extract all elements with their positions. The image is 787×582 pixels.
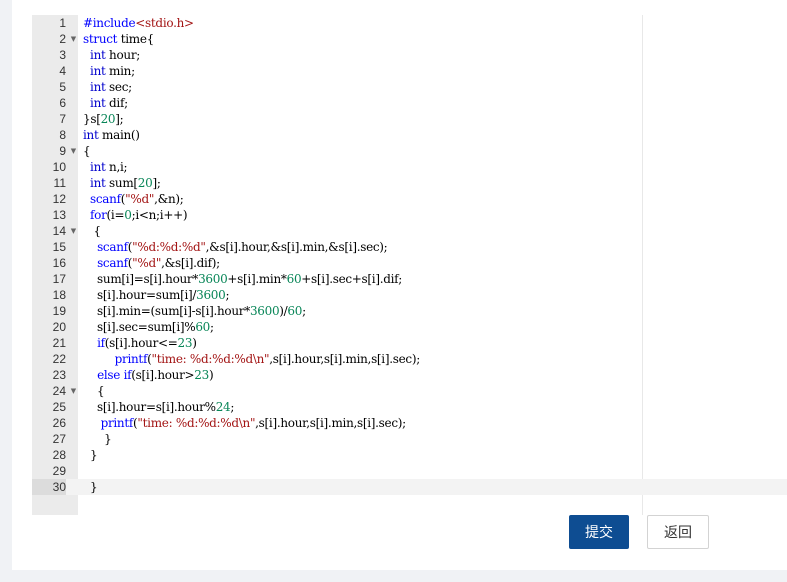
line-number: 6 xyxy=(59,96,66,110)
submit-button[interactable]: 提交 xyxy=(569,515,629,549)
line-number: 5 xyxy=(59,80,66,94)
fold-arrow-icon[interactable]: ▼ xyxy=(69,223,78,239)
code-line[interactable]: 11 int sum[20]; xyxy=(32,175,787,191)
line-number: 9 xyxy=(59,144,66,158)
code-text: { xyxy=(83,144,91,158)
code-line[interactable]: 5 int sec; xyxy=(32,79,787,95)
line-number: 29 xyxy=(52,464,66,478)
code-line[interactable]: 4 int min; xyxy=(32,63,787,79)
code-text: int hour; xyxy=(90,48,141,62)
code-line[interactable]: 23 else if(s[i].hour>23) xyxy=(32,367,787,383)
code-line[interactable]: 7 }s[20]; xyxy=(32,111,787,127)
code-text: for(i=0;i<n;i++) xyxy=(90,208,188,222)
code-line[interactable]: 18 s[i].hour=sum[i]/3600; xyxy=(32,287,787,303)
code-line[interactable]: 27 } xyxy=(32,431,787,447)
code-line[interactable]: 24 ▼ { xyxy=(32,383,787,399)
code-line[interactable]: 12 scanf("%d",&n); xyxy=(32,191,787,207)
line-number: 26 xyxy=(52,416,66,430)
line-number: 12 xyxy=(52,192,66,206)
code-line[interactable]: 14 ▼ { xyxy=(32,223,787,239)
code-line[interactable]: 17 sum[i]=s[i].hour*3600+s[i].min*60+s[i… xyxy=(32,271,787,287)
back-button[interactable]: 返回 xyxy=(647,515,709,549)
line-number: 17 xyxy=(52,272,66,286)
code-line[interactable]: 19 s[i].min=(sum[i]-s[i].hour*3600)/60; xyxy=(32,303,787,319)
code-line[interactable]: 25 s[i].hour=s[i].hour%24; xyxy=(32,399,787,415)
code-line[interactable]: 22 printf("time: %d:%d:%d\n",s[i].hour,s… xyxy=(32,351,787,367)
code-text: scanf("%d",&n); xyxy=(90,192,184,206)
code-line[interactable]: 13 for(i=0;i<n;i++) xyxy=(32,207,787,223)
line-number: 24 xyxy=(52,384,66,398)
code-line[interactable]: 26 printf("time: %d:%d:%d\n",s[i].hour,s… xyxy=(32,415,787,431)
code-line[interactable]: 29 xyxy=(32,463,787,479)
code-text: { xyxy=(83,224,102,238)
code-text: int min; xyxy=(90,64,135,78)
fold-arrow-icon[interactable]: ▼ xyxy=(69,143,78,159)
code-line[interactable]: 16 scanf("%d",&s[i].dif); xyxy=(32,255,787,271)
code-text: #include<stdio.h> xyxy=(83,16,194,30)
line-number: 15 xyxy=(52,240,66,254)
code-text: scanf("%d:%d:%d",&s[i].hour,&s[i].min,&s… xyxy=(97,240,388,254)
line-number: 10 xyxy=(52,160,66,174)
code-text: int sum[20]; xyxy=(90,176,161,190)
code-editor[interactable]: 1 #include<stdio.h> 2 ▼ struct time{3 int ho… xyxy=(32,15,787,515)
line-number: 7 xyxy=(59,112,66,126)
code-text: s[i].sec=sum[i]%60; xyxy=(83,320,214,334)
code-text: s[i].min=(sum[i]-s[i].hour*3600)/60; xyxy=(83,304,306,318)
line-number: 19 xyxy=(52,304,66,318)
code-line[interactable]: 28 } xyxy=(32,447,787,463)
code-line[interactable]: 9 ▼ { xyxy=(32,143,787,159)
code-text: scanf("%d",&s[i].dif); xyxy=(97,256,220,270)
line-number: 1 xyxy=(59,16,66,30)
code-text: else if(s[i].hour>23) xyxy=(97,368,214,382)
code-line[interactable]: 30 } xyxy=(32,479,787,495)
line-number: 18 xyxy=(52,288,66,302)
line-number: 13 xyxy=(52,208,66,222)
line-number: 8 xyxy=(59,128,66,142)
line-number: 2 xyxy=(59,32,66,46)
line-number: 16 xyxy=(52,256,66,270)
code-line[interactable]: 10 int n,i; xyxy=(32,159,787,175)
code-text: int dif; xyxy=(90,96,128,110)
fold-arrow-icon[interactable]: ▼ xyxy=(69,383,78,399)
line-number: 3 xyxy=(59,48,66,62)
code-text: s[i].hour=sum[i]/3600; xyxy=(83,288,230,302)
code-text: } xyxy=(83,480,98,494)
line-number: 20 xyxy=(52,320,66,334)
code-line[interactable]: 6 int dif; xyxy=(32,95,787,111)
code-text: } xyxy=(83,432,112,446)
code-line[interactable]: 8 int main() xyxy=(32,127,787,143)
code-line[interactable]: 2 ▼ struct time{ xyxy=(32,31,787,47)
code-text: int sec; xyxy=(90,80,132,94)
code-text: if(s[i].hour<=23) xyxy=(97,336,197,350)
code-line[interactable]: 1 #include<stdio.h> xyxy=(32,15,787,31)
fold-arrow-icon[interactable]: ▼ xyxy=(69,31,78,47)
line-number: 21 xyxy=(52,336,66,350)
code-text: s[i].hour=s[i].hour%24; xyxy=(83,400,235,414)
code-text: int main() xyxy=(83,128,140,142)
code-text: }s[20]; xyxy=(83,112,124,126)
line-number: 14 xyxy=(52,224,66,238)
code-line[interactable]: 21 if(s[i].hour<=23) xyxy=(32,335,787,351)
code-line[interactable]: 20 s[i].sec=sum[i]%60; xyxy=(32,319,787,335)
code-text: } xyxy=(83,448,98,462)
code-lines[interactable]: 1 #include<stdio.h> 2 ▼ struct time{3 int ho… xyxy=(32,15,787,495)
line-number: 4 xyxy=(59,64,66,78)
line-number: 27 xyxy=(52,432,66,446)
code-text: printf("time: %d:%d:%d\n",s[i].hour,s[i]… xyxy=(100,416,407,430)
code-text: sum[i]=s[i].hour*3600+s[i].min*60+s[i].s… xyxy=(83,272,403,286)
code-text: struct time{ xyxy=(83,32,154,46)
code-text: int n,i; xyxy=(90,160,128,174)
code-text: printf("time: %d:%d:%d\n",s[i].hour,s[i]… xyxy=(114,352,421,366)
line-number: 11 xyxy=(53,176,66,190)
code-text: { xyxy=(83,384,105,398)
line-number: 30 xyxy=(32,479,66,495)
code-line[interactable]: 3 int hour; xyxy=(32,47,787,63)
line-number: 23 xyxy=(52,368,66,382)
line-number: 25 xyxy=(52,400,66,414)
line-number: 28 xyxy=(52,448,66,462)
code-line[interactable]: 15 scanf("%d:%d:%d",&s[i].hour,&s[i].min… xyxy=(32,239,787,255)
line-number: 22 xyxy=(52,352,66,366)
